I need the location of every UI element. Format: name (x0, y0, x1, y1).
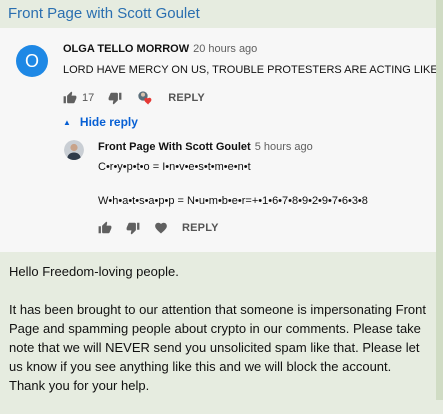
creator-heart-icon (138, 91, 152, 105)
thumbs-up-icon[interactable] (98, 221, 112, 235)
message-body: It has been brought to our attention tha… (9, 302, 426, 393)
caret-up-icon: ▲ (63, 117, 71, 127)
reply-button[interactable]: REPLY (168, 92, 205, 104)
thumbs-down-icon[interactable] (108, 91, 122, 105)
comment-header: OLGA TELLO MORROW 20 hours ago (63, 43, 257, 55)
comment-card (0, 28, 436, 252)
announcement-message: Hello Freedom-loving people. It has been… (9, 262, 429, 414)
reply-header: Front Page With Scott Goulet 5 hours ago (98, 141, 313, 153)
reply-author[interactable]: Front Page With Scott Goulet (98, 141, 251, 153)
reply-text-line-1: C•r•y•p•t•o = I•n•v•e•s•t•m•e•n•t (98, 161, 251, 173)
reply-actions: REPLY (98, 221, 219, 235)
hide-reply-toggle[interactable]: ▲ Hide reply (63, 115, 138, 129)
reply-time[interactable]: 5 hours ago (255, 141, 313, 153)
hide-reply-label: Hide reply (79, 115, 138, 129)
heart-icon[interactable] (154, 221, 168, 235)
message-greeting: Hello Freedom-loving people. (9, 264, 179, 279)
comment-text: LORD HAVE MERCY ON US, TROUBLE PROTESTER… (63, 64, 436, 76)
reply-text-line-2: W•h•a•t•s•a•p•p = N•u•m•b•e•r=+•1•6•7•8•… (98, 195, 368, 207)
like-count: 17 (82, 92, 95, 104)
thumbs-down-icon[interactable] (126, 221, 140, 235)
thumbs-up-icon[interactable] (63, 91, 77, 105)
reply-button[interactable]: REPLY (182, 222, 219, 234)
comment-time[interactable]: 20 hours ago (193, 43, 257, 55)
commenter-avatar[interactable]: O (16, 45, 48, 77)
comment-author[interactable]: OLGA TELLO MORROW (63, 43, 189, 55)
reply-author-avatar[interactable] (64, 140, 84, 160)
right-edge-bar (436, 0, 443, 400)
comment-actions: 17 REPLY (63, 90, 205, 106)
page-title[interactable]: Front Page with Scott Goulet (8, 5, 200, 22)
